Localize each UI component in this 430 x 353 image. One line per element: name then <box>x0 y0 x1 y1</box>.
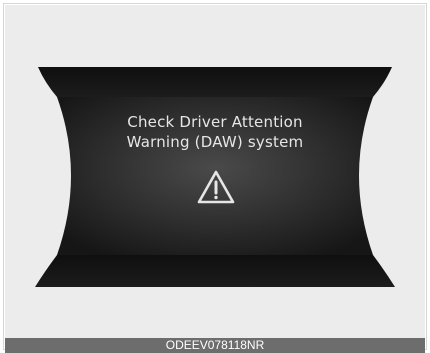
message-line-2: Warning (DAW) system <box>126 133 304 151</box>
image-code-caption: ODEEV078118NR <box>5 338 425 353</box>
message-line-1: Check Driver Attention <box>127 113 303 131</box>
warning-message: Check Driver Attention Warning (DAW) sys… <box>0 112 430 152</box>
display-top-band <box>38 67 392 97</box>
warning-triangle-icon <box>197 170 235 204</box>
display-bottom-band <box>35 255 395 287</box>
